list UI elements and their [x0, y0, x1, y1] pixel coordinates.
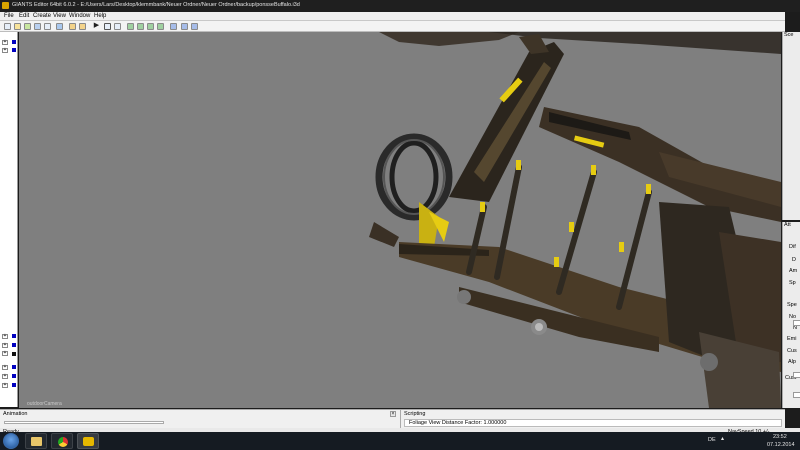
grid-icon[interactable] — [181, 22, 188, 30]
3d-viewport[interactable]: outdoorCamera — [19, 32, 781, 408]
toolbar: ▶ — [0, 21, 785, 32]
title-bar: GIANTS Editor 64bit 6.0.2 - E:/Users/Lar… — [0, 0, 800, 12]
animation-header: Animation — [3, 411, 28, 417]
orthographic-icon[interactable] — [114, 22, 121, 30]
camera-view-icon[interactable] — [104, 22, 111, 30]
animation-timeline-slider[interactable] — [4, 421, 164, 424]
taskbar-explorer[interactable] — [25, 433, 47, 449]
tree-item-icon[interactable] — [12, 343, 16, 347]
start-button[interactable] — [3, 433, 19, 449]
menu-create[interactable]: Create — [33, 13, 51, 19]
play-icon[interactable]: ▶ — [93, 22, 100, 30]
menu-help[interactable]: Help — [94, 13, 106, 19]
tree-item-icon[interactable] — [12, 383, 16, 387]
select-icon[interactable] — [157, 22, 164, 30]
scenegraph-side-panel: Sce — [782, 32, 800, 220]
scenegraph-panel: + + + + + + + + — [0, 32, 18, 407]
prop-alpha: Alp — [788, 359, 796, 365]
snap-icon[interactable] — [170, 22, 177, 30]
open-file-icon[interactable] — [14, 22, 21, 30]
scripting-panel: Scripting Foliage View Distance Factor: … — [400, 409, 785, 428]
export-icon[interactable] — [44, 22, 51, 30]
camera-label: outdoorCamera — [27, 401, 62, 407]
menu-bar: File Edit Create View Window Help — [0, 12, 785, 21]
clock-date[interactable]: 07.12.2014 — [767, 442, 795, 448]
giants-editor-icon — [83, 437, 94, 446]
prop-d: D — [792, 257, 796, 263]
scale-icon[interactable] — [147, 22, 154, 30]
prop-custom: Cus — [787, 348, 797, 354]
taskbar-chrome[interactable] — [51, 433, 73, 449]
custom-shader-button[interactable] — [793, 372, 800, 378]
menu-view[interactable]: View — [53, 13, 66, 19]
tree-expand-icon[interactable]: + — [2, 383, 8, 388]
language-indicator[interactable]: DE — [708, 437, 716, 443]
windows-taskbar: DE ▴ 23:52 07.12.2014 — [0, 432, 800, 450]
tree-expand-icon[interactable]: + — [2, 334, 8, 339]
normal-map-button[interactable] — [793, 320, 800, 326]
attributes-panel: Att Dif D Am Sp Spe No N Emi Cus Alp Cus… — [782, 222, 800, 408]
save-icon[interactable] — [34, 22, 41, 30]
close-icon[interactable]: × — [390, 411, 396, 417]
tree-expand-icon[interactable]: + — [2, 48, 8, 53]
forwarder-crane-model — [369, 32, 781, 408]
menu-file[interactable]: File — [4, 13, 14, 19]
chrome-icon — [58, 437, 68, 447]
window-title: GIANTS Editor 64bit 6.0.2 - E:/Users/Lar… — [12, 2, 300, 8]
reload-icon[interactable] — [56, 22, 63, 30]
settings-icon[interactable] — [191, 22, 198, 30]
tree-item-icon[interactable] — [12, 352, 16, 356]
menu-window[interactable]: Window — [69, 13, 90, 19]
new-file-icon[interactable] — [4, 22, 11, 30]
move-icon[interactable] — [127, 22, 134, 30]
animation-panel: Animation × — [0, 409, 400, 428]
tree-expand-icon[interactable]: + — [2, 365, 8, 370]
prop-specular: Sp — [789, 280, 796, 286]
prop-ambient: Am — [789, 268, 798, 274]
tree-expand-icon[interactable]: + — [2, 343, 8, 348]
panel-header: Att — [784, 222, 791, 228]
taskbar-giants-editor[interactable] — [77, 433, 99, 449]
prop-spe: Spe — [787, 302, 797, 308]
rotate-icon[interactable] — [137, 22, 144, 30]
tree-item-icon[interactable] — [12, 48, 16, 52]
tree-item-icon[interactable] — [12, 365, 16, 369]
import-icon[interactable] — [24, 22, 31, 30]
tree-expand-icon[interactable]: + — [2, 351, 8, 356]
folder-icon — [31, 437, 42, 446]
giants-app-icon — [2, 2, 9, 9]
scripting-header: Scripting — [404, 411, 426, 417]
tree-item-icon[interactable] — [12, 374, 16, 378]
menu-edit[interactable]: Edit — [19, 13, 29, 19]
attribute-button[interactable] — [793, 392, 800, 398]
prop-emissive: Emi — [787, 336, 797, 342]
tree-item-icon[interactable] — [12, 40, 16, 44]
prop-diffuse: Dif — [789, 244, 796, 250]
script-output[interactable]: Foliage View Distance Factor: 1.000000 — [404, 419, 782, 427]
tray-chevron-icon[interactable]: ▴ — [721, 435, 724, 442]
panel-header: Sce — [784, 32, 794, 38]
tree-expand-icon[interactable]: + — [2, 40, 8, 45]
redo-icon[interactable] — [79, 22, 86, 30]
clock-time[interactable]: 23:52 — [773, 434, 787, 440]
tree-item-icon[interactable] — [12, 334, 16, 338]
undo-icon[interactable] — [69, 22, 76, 30]
tree-expand-icon[interactable]: + — [2, 374, 8, 379]
